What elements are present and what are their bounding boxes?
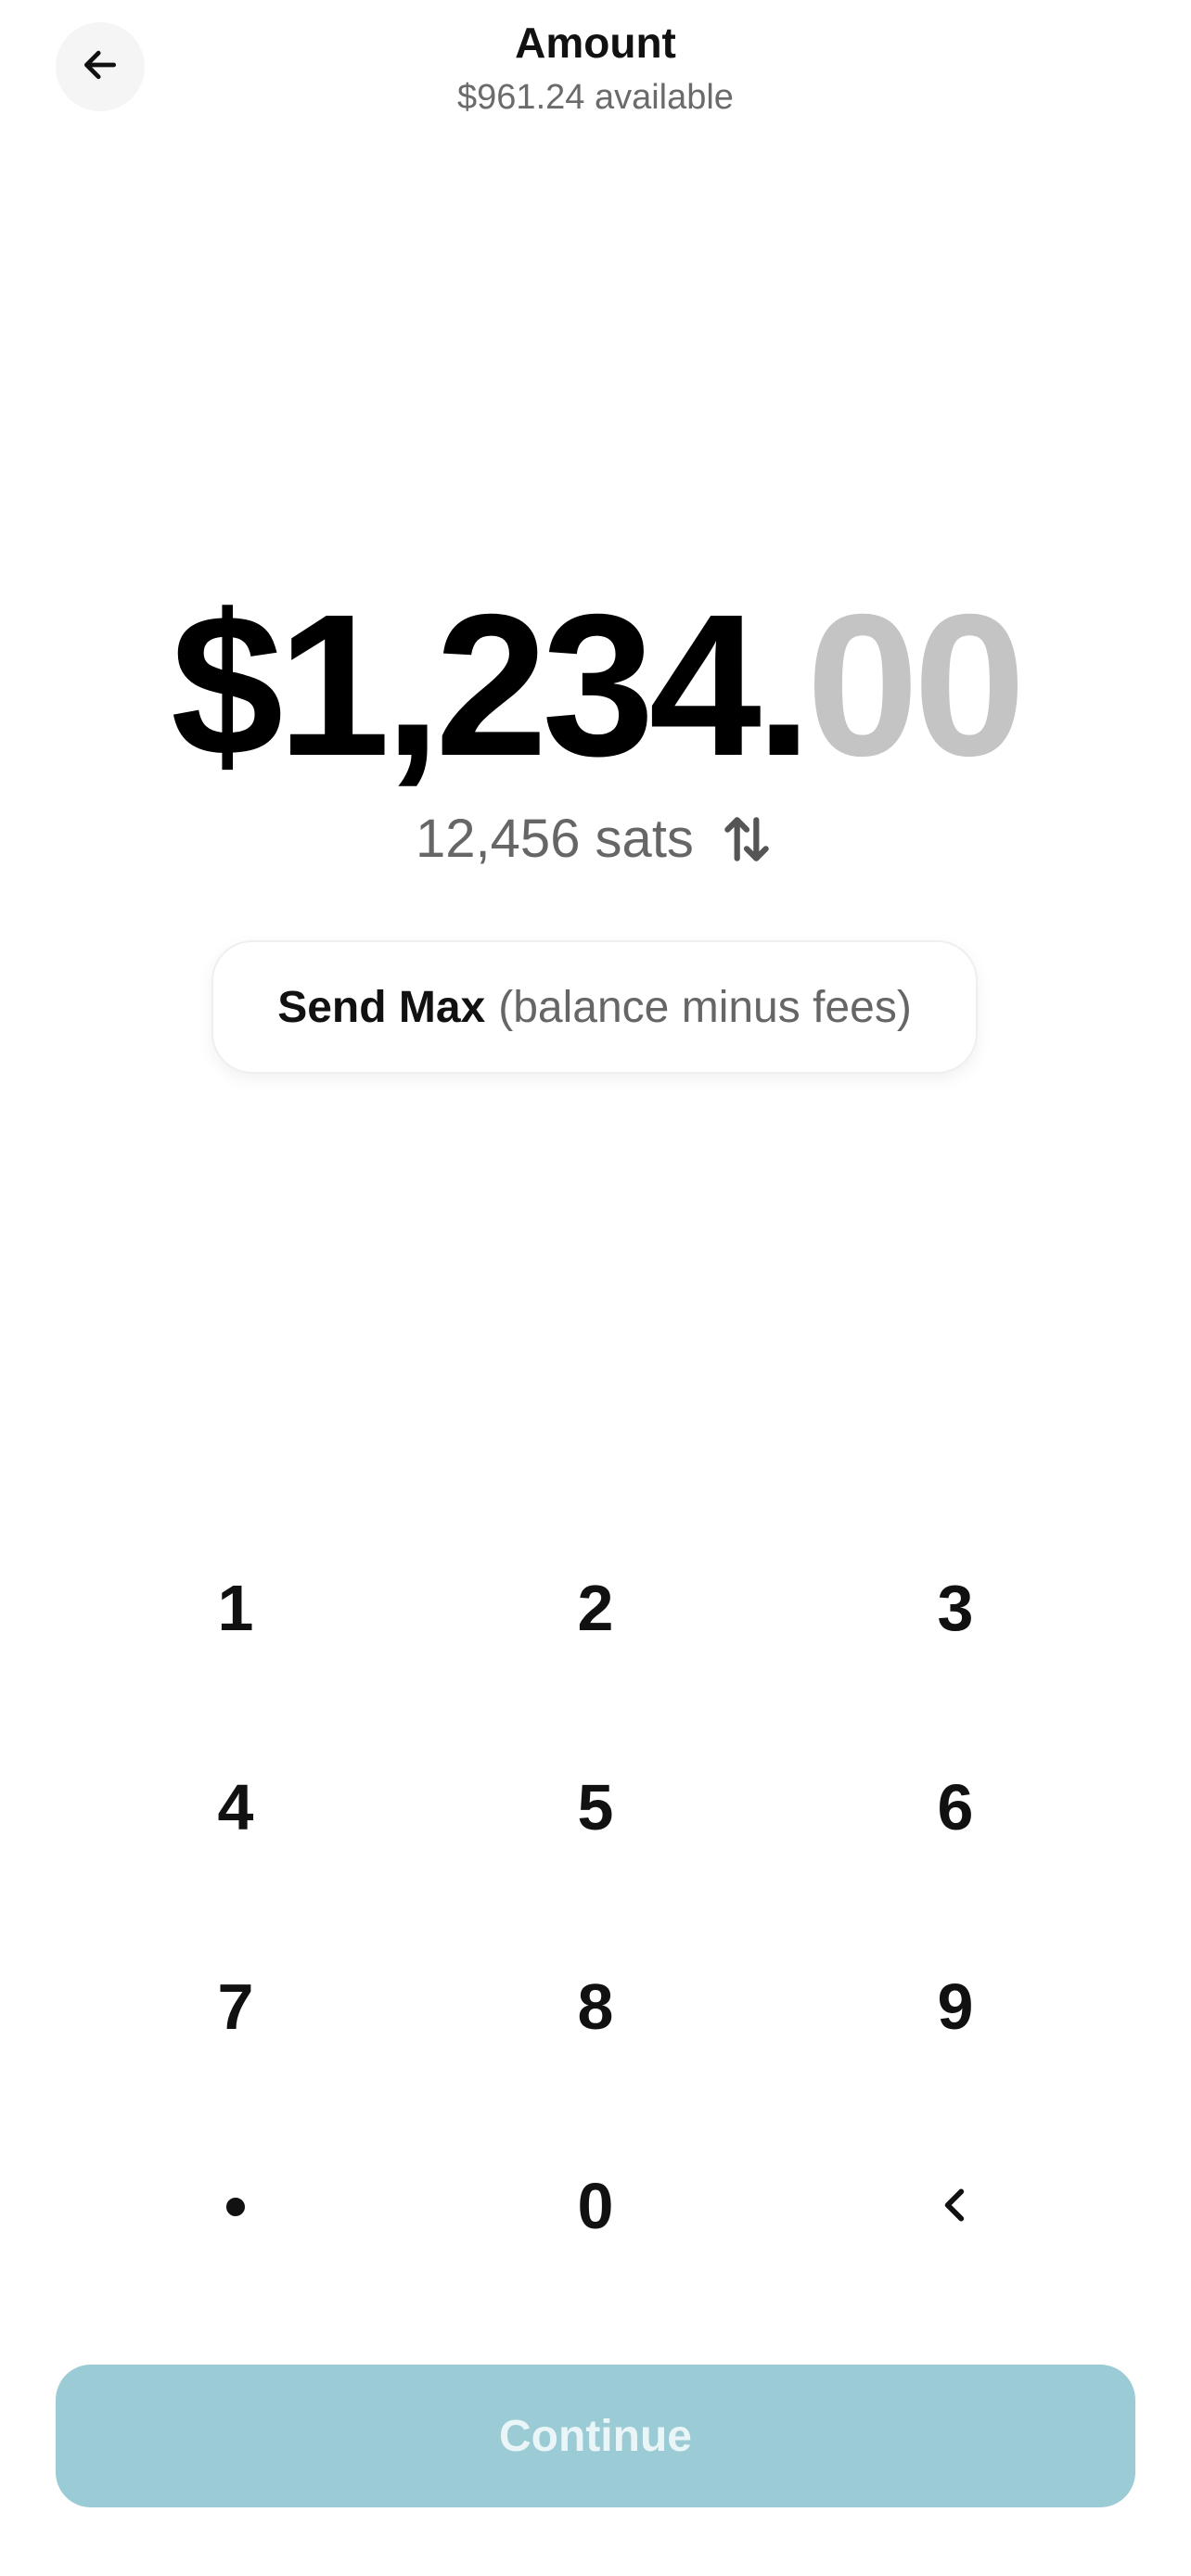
key-8[interactable]: 8 — [416, 1906, 775, 2106]
key-decimal[interactable]: • — [56, 2106, 416, 2305]
amount-main: $1,234. — [171, 573, 812, 798]
key-9[interactable]: 9 — [775, 1906, 1135, 2106]
swap-vertical-icon[interactable] — [718, 810, 775, 868]
amount-display: $1,234.00 — [0, 584, 1191, 788]
key-1[interactable]: 1 — [56, 1508, 416, 1707]
key-5[interactable]: 5 — [416, 1707, 775, 1906]
key-3[interactable]: 3 — [775, 1508, 1135, 1707]
key-4[interactable]: 4 — [56, 1707, 416, 1906]
key-6[interactable]: 6 — [775, 1707, 1135, 1906]
send-max-hint: (balance minus fees) — [498, 982, 912, 1032]
sats-amount: 12,456 sats — [416, 809, 694, 869]
keypad: 1 2 3 4 5 6 7 8 9 • 0 — [0, 1508, 1191, 2305]
send-max-button[interactable]: Send Max (balance minus fees) — [211, 940, 978, 1074]
sats-row: 12,456 sats — [0, 807, 1191, 872]
backspace-key[interactable] — [775, 2106, 1135, 2305]
send-max-label: Send Max — [277, 982, 486, 1032]
chevron-left-icon — [932, 2169, 979, 2243]
key-0[interactable]: 0 — [416, 2106, 775, 2305]
amount-cents: 00 — [806, 573, 1025, 798]
key-2[interactable]: 2 — [416, 1508, 775, 1707]
continue-button[interactable]: Continue — [56, 2365, 1135, 2507]
available-balance: $961.24 available — [457, 78, 734, 117]
key-7[interactable]: 7 — [56, 1906, 416, 2106]
page-title: Amount — [515, 19, 676, 67]
